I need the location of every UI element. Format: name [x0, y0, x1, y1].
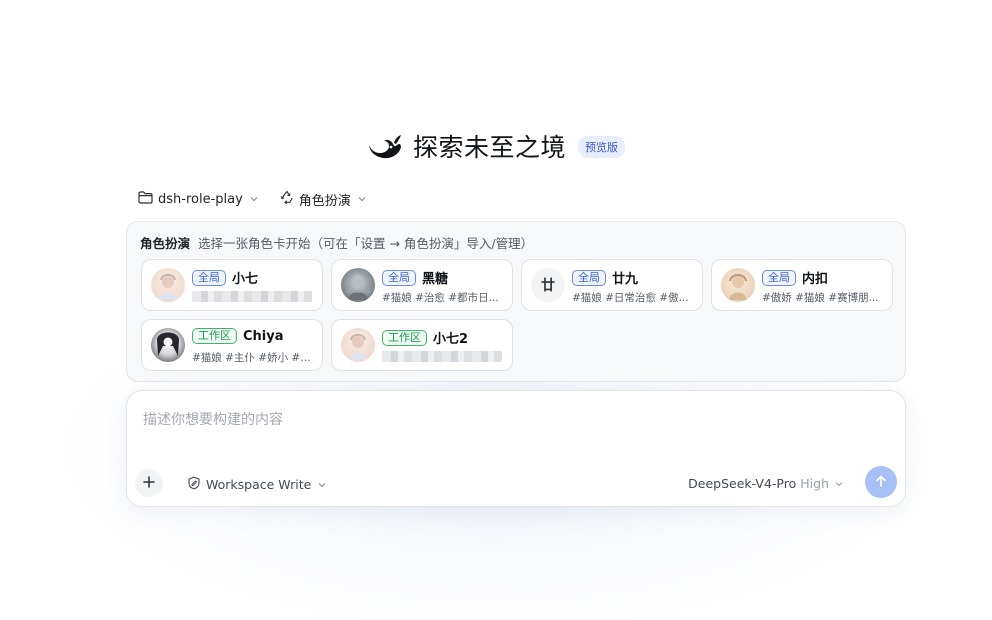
blurred-description — [192, 291, 312, 302]
avatar — [341, 268, 375, 302]
role-card-header: 全局 廿九 — [572, 268, 638, 287]
selector-row: dsh-role-play 角色扮演 — [138, 188, 368, 210]
role-card-xiaoqi[interactable]: 全局 小七 — [141, 259, 323, 311]
scope-badge: 全局 — [192, 269, 226, 286]
role-card-name: 黑糖 — [422, 272, 449, 287]
role-card-header: 全局 内扣 — [762, 268, 828, 287]
role-panel-title: 角色扮演 — [140, 236, 191, 251]
preview-badge: 预览版 — [578, 136, 625, 158]
avatar — [341, 328, 375, 362]
model-name: DeepSeek-V4-Pro — [688, 476, 797, 491]
composer-box: Workspace Write DeepSeek-V4-Pro High — [126, 390, 906, 507]
role-card-nianjiu[interactable]: 廿 全局 廿九 #猫娘 #日常治愈 #傲... — [521, 259, 703, 311]
role-card-chiya[interactable]: 工作区 Chiya #猫娘 #主仆 #娇小 #高... — [141, 319, 323, 371]
scope-badge: 全局 — [572, 269, 606, 286]
avatar-initial: 廿 — [541, 278, 555, 294]
blurred-description — [382, 351, 502, 362]
avatar — [151, 328, 185, 362]
whale-logo-icon — [367, 130, 403, 162]
chevron-down-icon — [316, 479, 328, 491]
scope-badge: 工作区 — [192, 328, 237, 344]
role-panel-hint: 选择一张角色卡开始（可在「设置 → 角色扮演」导入/管理） — [198, 236, 534, 251]
add-attachment-button[interactable] — [135, 469, 163, 497]
page-title: 探索未至之境 — [412, 133, 566, 162]
project-selector[interactable]: dsh-role-play — [138, 190, 260, 208]
role-card-xiaoqi2[interactable]: 工作区 小七2 — [331, 319, 513, 371]
role-card-name: 小七 — [232, 272, 259, 287]
mode-selector-label: 角色扮演 — [298, 193, 351, 209]
role-play-panel: 角色扮演 选择一张角色卡开始（可在「设置 → 角色扮演」导入/管理） 全局 小七… — [126, 221, 906, 382]
role-card-neikou[interactable]: 全局 内扣 #傲娇 #猫娘 #赛博朋... — [711, 259, 893, 311]
project-selector-label: dsh-role-play — [158, 191, 243, 207]
role-card-name: 内扣 — [802, 272, 829, 287]
role-card-tags: #傲娇 #猫娘 #赛博朋... — [762, 292, 879, 304]
scope-badge: 工作区 — [382, 329, 427, 346]
role-card-name: 小七2 — [433, 332, 469, 347]
prompt-input[interactable] — [143, 405, 883, 435]
role-card-name: 廿九 — [612, 272, 639, 287]
avatar: 廿 — [531, 268, 565, 302]
permission-selector[interactable]: Workspace Write — [187, 476, 328, 493]
role-card-tags: #猫娘 #主仆 #娇小 #高... — [192, 352, 316, 364]
scope-badge: 全局 — [762, 269, 796, 286]
chevron-down-icon — [248, 193, 260, 205]
recycle-icon — [280, 190, 294, 208]
model-selector[interactable]: DeepSeek-V4-Pro High — [688, 476, 845, 491]
plus-icon — [142, 474, 156, 493]
chevron-down-icon — [356, 193, 368, 205]
mode-selector[interactable]: 角色扮演 — [280, 190, 368, 209]
role-card-heitang[interactable]: 全局 黑糖 #猫娘 #治愈 #都市日... — [331, 259, 513, 311]
scope-badge: 全局 — [382, 269, 416, 286]
role-card-tags: #猫娘 #治愈 #都市日... — [382, 292, 499, 304]
arrow-up-icon — [874, 473, 888, 492]
send-button[interactable] — [865, 466, 897, 498]
folder-icon — [138, 190, 153, 208]
shield-edit-icon — [187, 476, 201, 493]
avatar — [721, 268, 755, 302]
role-card-name: Chiya — [243, 328, 284, 344]
reasoning-effort: High — [800, 476, 829, 491]
chevron-down-icon — [833, 478, 845, 490]
role-card-header: 全局 黑糖 — [382, 268, 448, 287]
role-card-header: 全局 小七 — [192, 268, 258, 287]
avatar — [151, 268, 185, 302]
role-card-header: 工作区 小七2 — [382, 328, 468, 347]
role-card-tags: #猫娘 #日常治愈 #傲... — [572, 292, 689, 304]
hero-header: 探索未至之境 预览版 — [0, 126, 992, 166]
role-panel-header: 角色扮演 选择一张角色卡开始（可在「设置 → 角色扮演」导入/管理） — [140, 233, 533, 252]
role-card-header: 工作区 Chiya — [192, 328, 284, 344]
permission-label: Workspace Write — [206, 477, 312, 492]
